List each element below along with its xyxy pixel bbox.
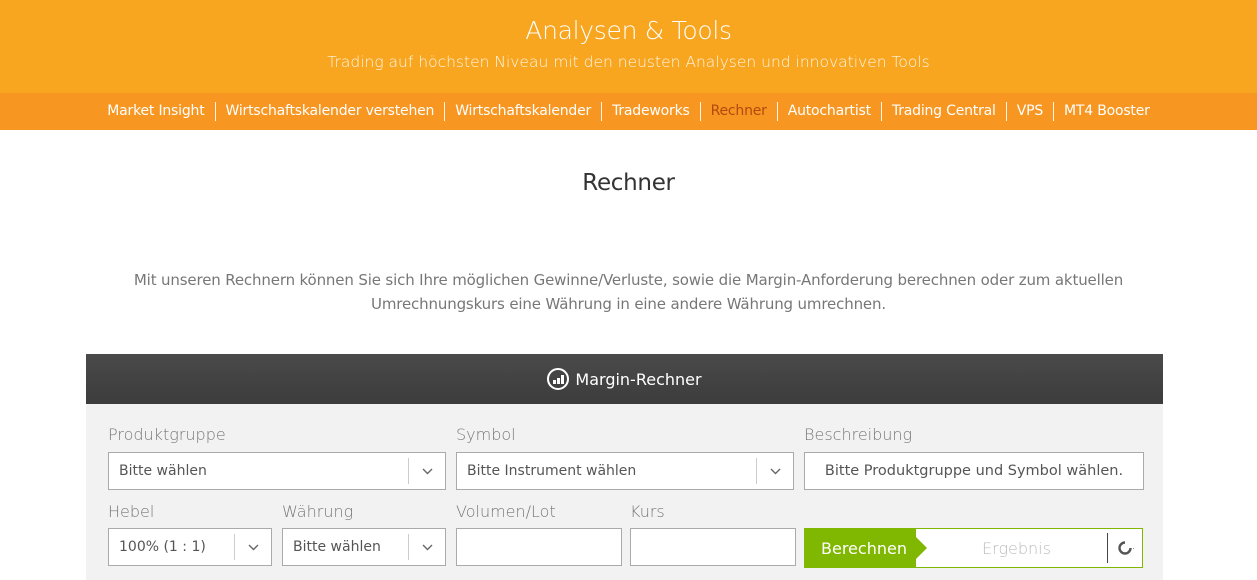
symbol-label: Symbol: [456, 425, 516, 444]
waehrung-select[interactable]: Bitte wählen: [282, 528, 446, 566]
volumen-label: Volumen/Lot: [456, 502, 556, 521]
nav-item-market-insight[interactable]: Market Insight: [97, 102, 214, 121]
nav-item-rechner[interactable]: Rechner: [699, 102, 777, 121]
waehrung-value: Bitte wählen: [293, 539, 381, 555]
waehrung-label: Währung: [282, 502, 354, 521]
kurs-label: Kurs: [630, 502, 665, 521]
symbol-select[interactable]: Bitte Instrument wählen: [456, 452, 794, 490]
symbol-value: Bitte Instrument wählen: [467, 463, 637, 479]
chevron-down-icon[interactable]: [409, 453, 445, 489]
produktgruppe-label: Produktgruppe: [108, 425, 226, 444]
nav-item-wirtschaftskalender[interactable]: Wirtschaftskalender: [444, 102, 601, 121]
chevron-down-icon[interactable]: [235, 529, 271, 565]
calculator-header: Margin-Rechner: [86, 354, 1163, 404]
sub-navigation: Market Insight Wirtschaftskalender verst…: [0, 93, 1257, 130]
kurs-input[interactable]: [630, 528, 796, 566]
beschreibung-box: Bitte Produktgruppe und Symbol wählen.: [804, 452, 1144, 490]
nav-item-vps[interactable]: VPS: [1005, 102, 1053, 121]
hero-banner: Analysen & Tools Trading auf höchsten Ni…: [0, 0, 1257, 93]
calculate-button[interactable]: Berechnen: [805, 529, 927, 567]
beschreibung-label: Beschreibung: [804, 425, 913, 444]
intro-text: Mit unseren Rechnern können Sie sich Ihr…: [133, 271, 1124, 313]
chart-growth-icon: [547, 368, 570, 390]
nav-item-tradeworks[interactable]: Tradeworks: [601, 102, 700, 121]
chevron-down-icon[interactable]: [409, 529, 445, 565]
chevron-down-icon[interactable]: [757, 453, 793, 489]
page-title: Rechner: [582, 170, 675, 196]
nav-item-mt4-booster[interactable]: MT4 Booster: [1053, 102, 1160, 121]
refresh-icon[interactable]: [1107, 533, 1142, 563]
nav-item-trading-central[interactable]: Trading Central: [880, 102, 1006, 121]
hero-title: Analysen & Tools: [525, 16, 732, 45]
calculator-title: Margin-Rechner: [575, 369, 702, 389]
result-output: Ergebnis: [982, 538, 1051, 558]
margin-calculator: Margin-Rechner Produktgruppe Bitte wähle…: [86, 354, 1163, 580]
calculate-result-bar: Berechnen Ergebnis: [804, 528, 1143, 568]
hero-subtitle: Trading auf höchsten Niveau mit den neus…: [327, 53, 930, 71]
volumen-input[interactable]: [456, 528, 622, 566]
hebel-select[interactable]: 100% (1 : 1): [108, 528, 272, 566]
nav-item-autochartist[interactable]: Autochartist: [776, 102, 881, 121]
produktgruppe-value: Bitte wählen: [119, 463, 207, 479]
beschreibung-value: Bitte Produktgruppe und Symbol wählen.: [824, 463, 1124, 479]
nav-item-wirtschaftskalender-verstehen[interactable]: Wirtschaftskalender verstehen: [214, 102, 445, 121]
hebel-value: 100% (1 : 1): [119, 539, 206, 555]
produktgruppe-select[interactable]: Bitte wählen: [108, 452, 446, 490]
hebel-label: Hebel: [108, 502, 155, 521]
